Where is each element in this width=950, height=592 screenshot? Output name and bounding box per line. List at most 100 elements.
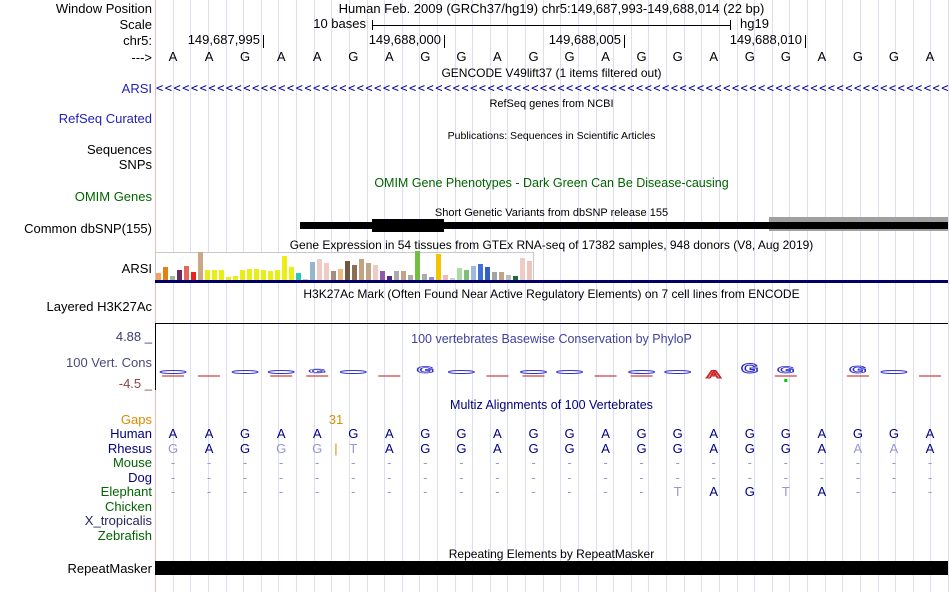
gtex-tissue-bar	[415, 251, 420, 280]
gtex-tissue-bar	[338, 269, 343, 280]
gtex-tissue-bar	[394, 271, 399, 280]
gencode-gene-label[interactable]: ARSI	[122, 82, 152, 96]
genome-browser-image[interactable]: Window Position Human Feb. 2009 (GRCh37/…	[0, 0, 950, 592]
gtex-track-title[interactable]: Gene Expression in 54 tissues from GTEx …	[155, 238, 948, 252]
base-letter: G	[888, 49, 899, 64]
base-letter: G	[780, 441, 791, 456]
strand-label: --->	[131, 50, 152, 65]
gene-intron-arrows[interactable]: <<<<<<<<<<<<<<<<<<<<<<<<<<<<<<<<<<<<<<<<…	[156, 82, 948, 95]
species-label-chicken[interactable]: Chicken	[105, 500, 152, 514]
svg-text:G: G	[849, 363, 866, 375]
h3k27ac-label[interactable]: Layered H3K27Ac	[46, 300, 152, 314]
gtex-tissue-bar	[310, 262, 315, 280]
svg-text:G: G	[741, 360, 758, 376]
base-letter: -	[242, 455, 248, 470]
gtex-tissue-bar	[261, 270, 266, 280]
base-letter: G	[780, 49, 791, 64]
base-letter: G	[672, 49, 683, 64]
gtex-tissue-bar	[464, 270, 469, 280]
base-letter: -	[459, 470, 464, 485]
base-letter: A	[817, 441, 827, 456]
base-letter: A	[312, 49, 322, 64]
insertion-marker: |	[334, 441, 338, 456]
base-letter: -	[531, 484, 536, 499]
gtex-tissue-bar	[268, 271, 273, 280]
phylop-track-title[interactable]: 100 vertebrates Basewise Conservation by…	[155, 332, 948, 346]
base-letter: -	[279, 470, 284, 485]
species-label-human[interactable]: Human	[110, 427, 152, 441]
snps-label[interactable]: SNPs	[119, 158, 152, 172]
species-label-mouse[interactable]: Mouse	[113, 456, 152, 470]
base-letter: A	[384, 426, 394, 441]
base-letter: -	[711, 470, 716, 485]
species-label-x_tropicalis[interactable]: X_tropicalis	[85, 514, 152, 528]
gtex-tissue-bar	[191, 272, 196, 280]
omim-genes-label[interactable]: OMIM Genes	[75, 190, 152, 204]
dbsnp-black-feature-thick[interactable]	[372, 219, 444, 232]
base-letter: -	[279, 455, 284, 470]
svg-text:G: G	[777, 364, 794, 375]
gtex-tissue-bar	[247, 269, 252, 280]
species-label-gaps[interactable]: Gaps	[121, 413, 152, 427]
base-letter: -	[279, 484, 284, 499]
base-letter: -	[387, 484, 392, 499]
base-letter: -	[170, 484, 176, 499]
sequences-label[interactable]: Sequences	[87, 143, 152, 157]
gtex-baseline	[155, 280, 948, 283]
h3k27ac-track-title[interactable]: H3K27Ac Mark (Often Found Near Active Re…	[155, 287, 948, 301]
base-letter: -	[927, 484, 933, 499]
phylop-track-label[interactable]: 100 Vert. Cons	[66, 356, 152, 370]
repeatmasker-feature[interactable]	[155, 561, 948, 575]
base-letter: -	[351, 455, 356, 470]
base-letter: -	[495, 484, 500, 499]
h3k27ac-baseline	[155, 323, 948, 324]
base-letter: A	[493, 49, 502, 64]
base-letter: A	[204, 49, 214, 64]
gtex-tissue-bar	[296, 273, 301, 280]
base-letter: -	[567, 484, 572, 499]
base-letter: -	[747, 455, 752, 470]
publications-track-title[interactable]: Publications: Sequences in Scientific Ar…	[155, 129, 948, 143]
coordinate-tick	[263, 35, 264, 48]
species-label-elephant[interactable]: Elephant	[101, 485, 152, 499]
base-letter: -	[315, 455, 320, 470]
multiz-track-title[interactable]: Multiz Alignments of 100 Vertebrates	[155, 398, 948, 412]
base-letter: -	[783, 470, 788, 485]
gtex-tissue-bar	[366, 263, 371, 280]
gtex-tissue-bar	[457, 268, 462, 280]
base-letter: G	[636, 441, 647, 456]
repeatmasker-label[interactable]: RepeatMasker	[67, 562, 152, 576]
base-letter: -	[351, 470, 356, 485]
dbsnp-label[interactable]: Common dbSNP(155)	[24, 222, 152, 236]
base-letter: -	[242, 470, 248, 485]
svg-text:A: A	[706, 368, 721, 380]
base-letter: A	[204, 426, 214, 441]
base-letter: G	[852, 426, 863, 441]
base-letter: -	[351, 484, 356, 499]
refseq-curated-label[interactable]: RefSeq Curated	[59, 112, 152, 126]
base-letter: -	[206, 470, 212, 485]
base-letter: -	[675, 455, 680, 470]
gencode-track-title[interactable]: GENCODE V49lift37 (1 items filtered out)	[155, 66, 948, 80]
base-letter: -	[819, 470, 824, 485]
gtex-tissue-bar	[205, 270, 210, 280]
gtex-tissue-bar	[317, 259, 322, 280]
base-letter: -	[315, 484, 320, 499]
base-letter: -	[927, 455, 933, 470]
base-letter: G	[312, 441, 323, 456]
base-letter: A	[493, 441, 502, 456]
gtex-gene-label[interactable]: ARSI	[122, 262, 152, 276]
grid-line	[948, 0, 949, 592]
base-letter: G	[636, 49, 647, 64]
species-label-zebrafish[interactable]: Zebrafish	[98, 529, 152, 543]
species-label-dog[interactable]: Dog	[128, 471, 152, 485]
base-letter: A	[493, 426, 502, 441]
species-label-rhesus[interactable]: Rhesus	[108, 442, 152, 456]
coordinate-tick	[624, 35, 625, 48]
base-letter: G	[420, 426, 431, 441]
repeatmasker-track-title[interactable]: Repeating Elements by RepeatMasker	[155, 547, 948, 561]
refseq-track-title[interactable]: RefSeq genes from NCBI	[155, 97, 948, 111]
base-letter: -	[891, 455, 897, 470]
base-letter: -	[531, 455, 536, 470]
omim-track-title[interactable]: OMIM Gene Phenotypes - Dark Green Can Be…	[155, 176, 948, 190]
